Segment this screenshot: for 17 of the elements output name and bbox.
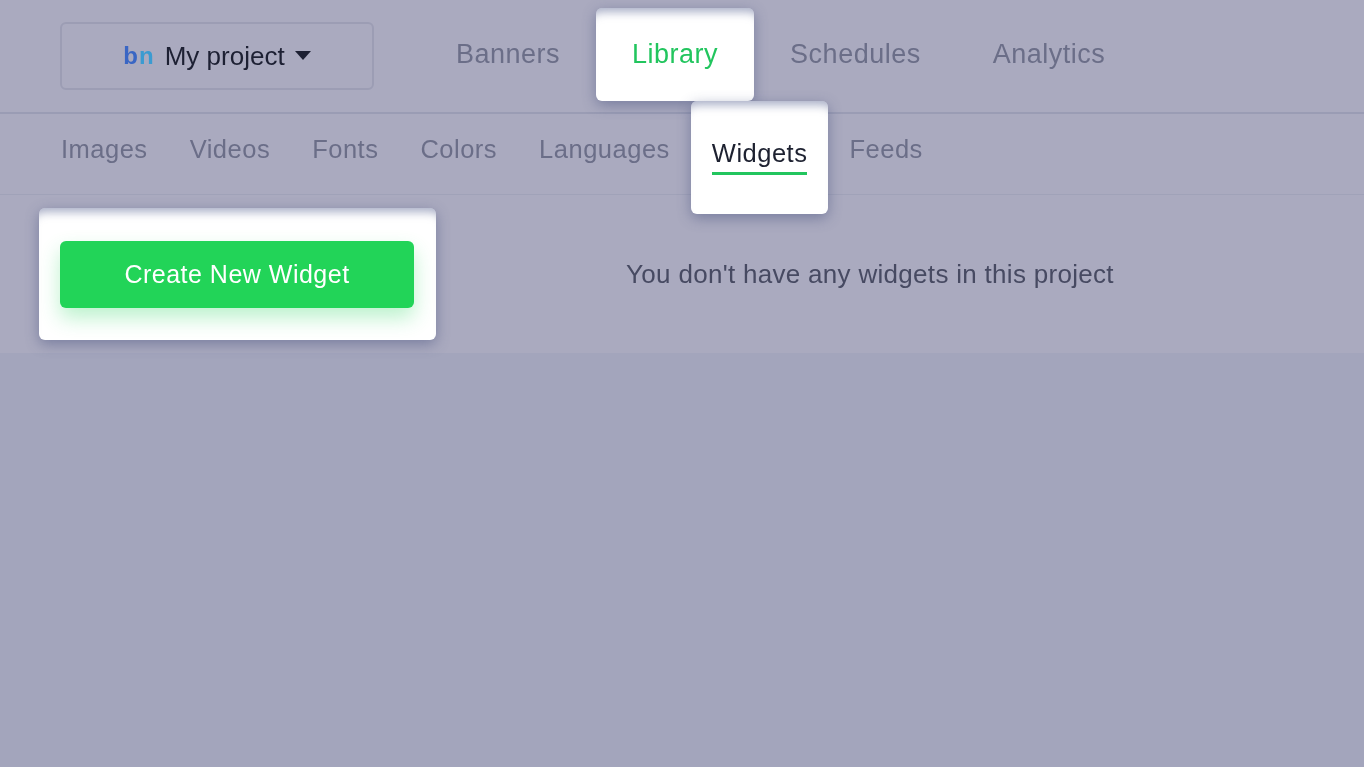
subnav-tab[interactable]: Feeds	[828, 114, 944, 194]
nav-tab[interactable]: Banners	[420, 8, 597, 101]
create-widget-button[interactable]: Create New Widget	[60, 240, 414, 308]
nav-tab[interactable]: Analytics	[956, 8, 1142, 101]
project-name: My project	[164, 40, 285, 72]
subnav-tab[interactable]: Widgets	[690, 101, 829, 214]
subnav-tab[interactable]: Languages	[518, 114, 691, 194]
nav-tab[interactable]: Library	[596, 8, 755, 101]
empty-message: You don't have any widgets in this project	[625, 258, 1115, 290]
logo: bn	[123, 42, 155, 70]
caret-icon	[294, 51, 311, 61]
project-dropdown[interactable]: bn My project	[60, 22, 374, 90]
subnav-tab[interactable]: Images	[40, 114, 169, 194]
subnav-tab[interactable]: Videos	[168, 114, 292, 194]
subnav-tab[interactable]: Colors	[399, 114, 519, 194]
nav-tab[interactable]: Schedules	[754, 8, 957, 101]
subnav-tab[interactable]: Fonts	[291, 114, 400, 194]
